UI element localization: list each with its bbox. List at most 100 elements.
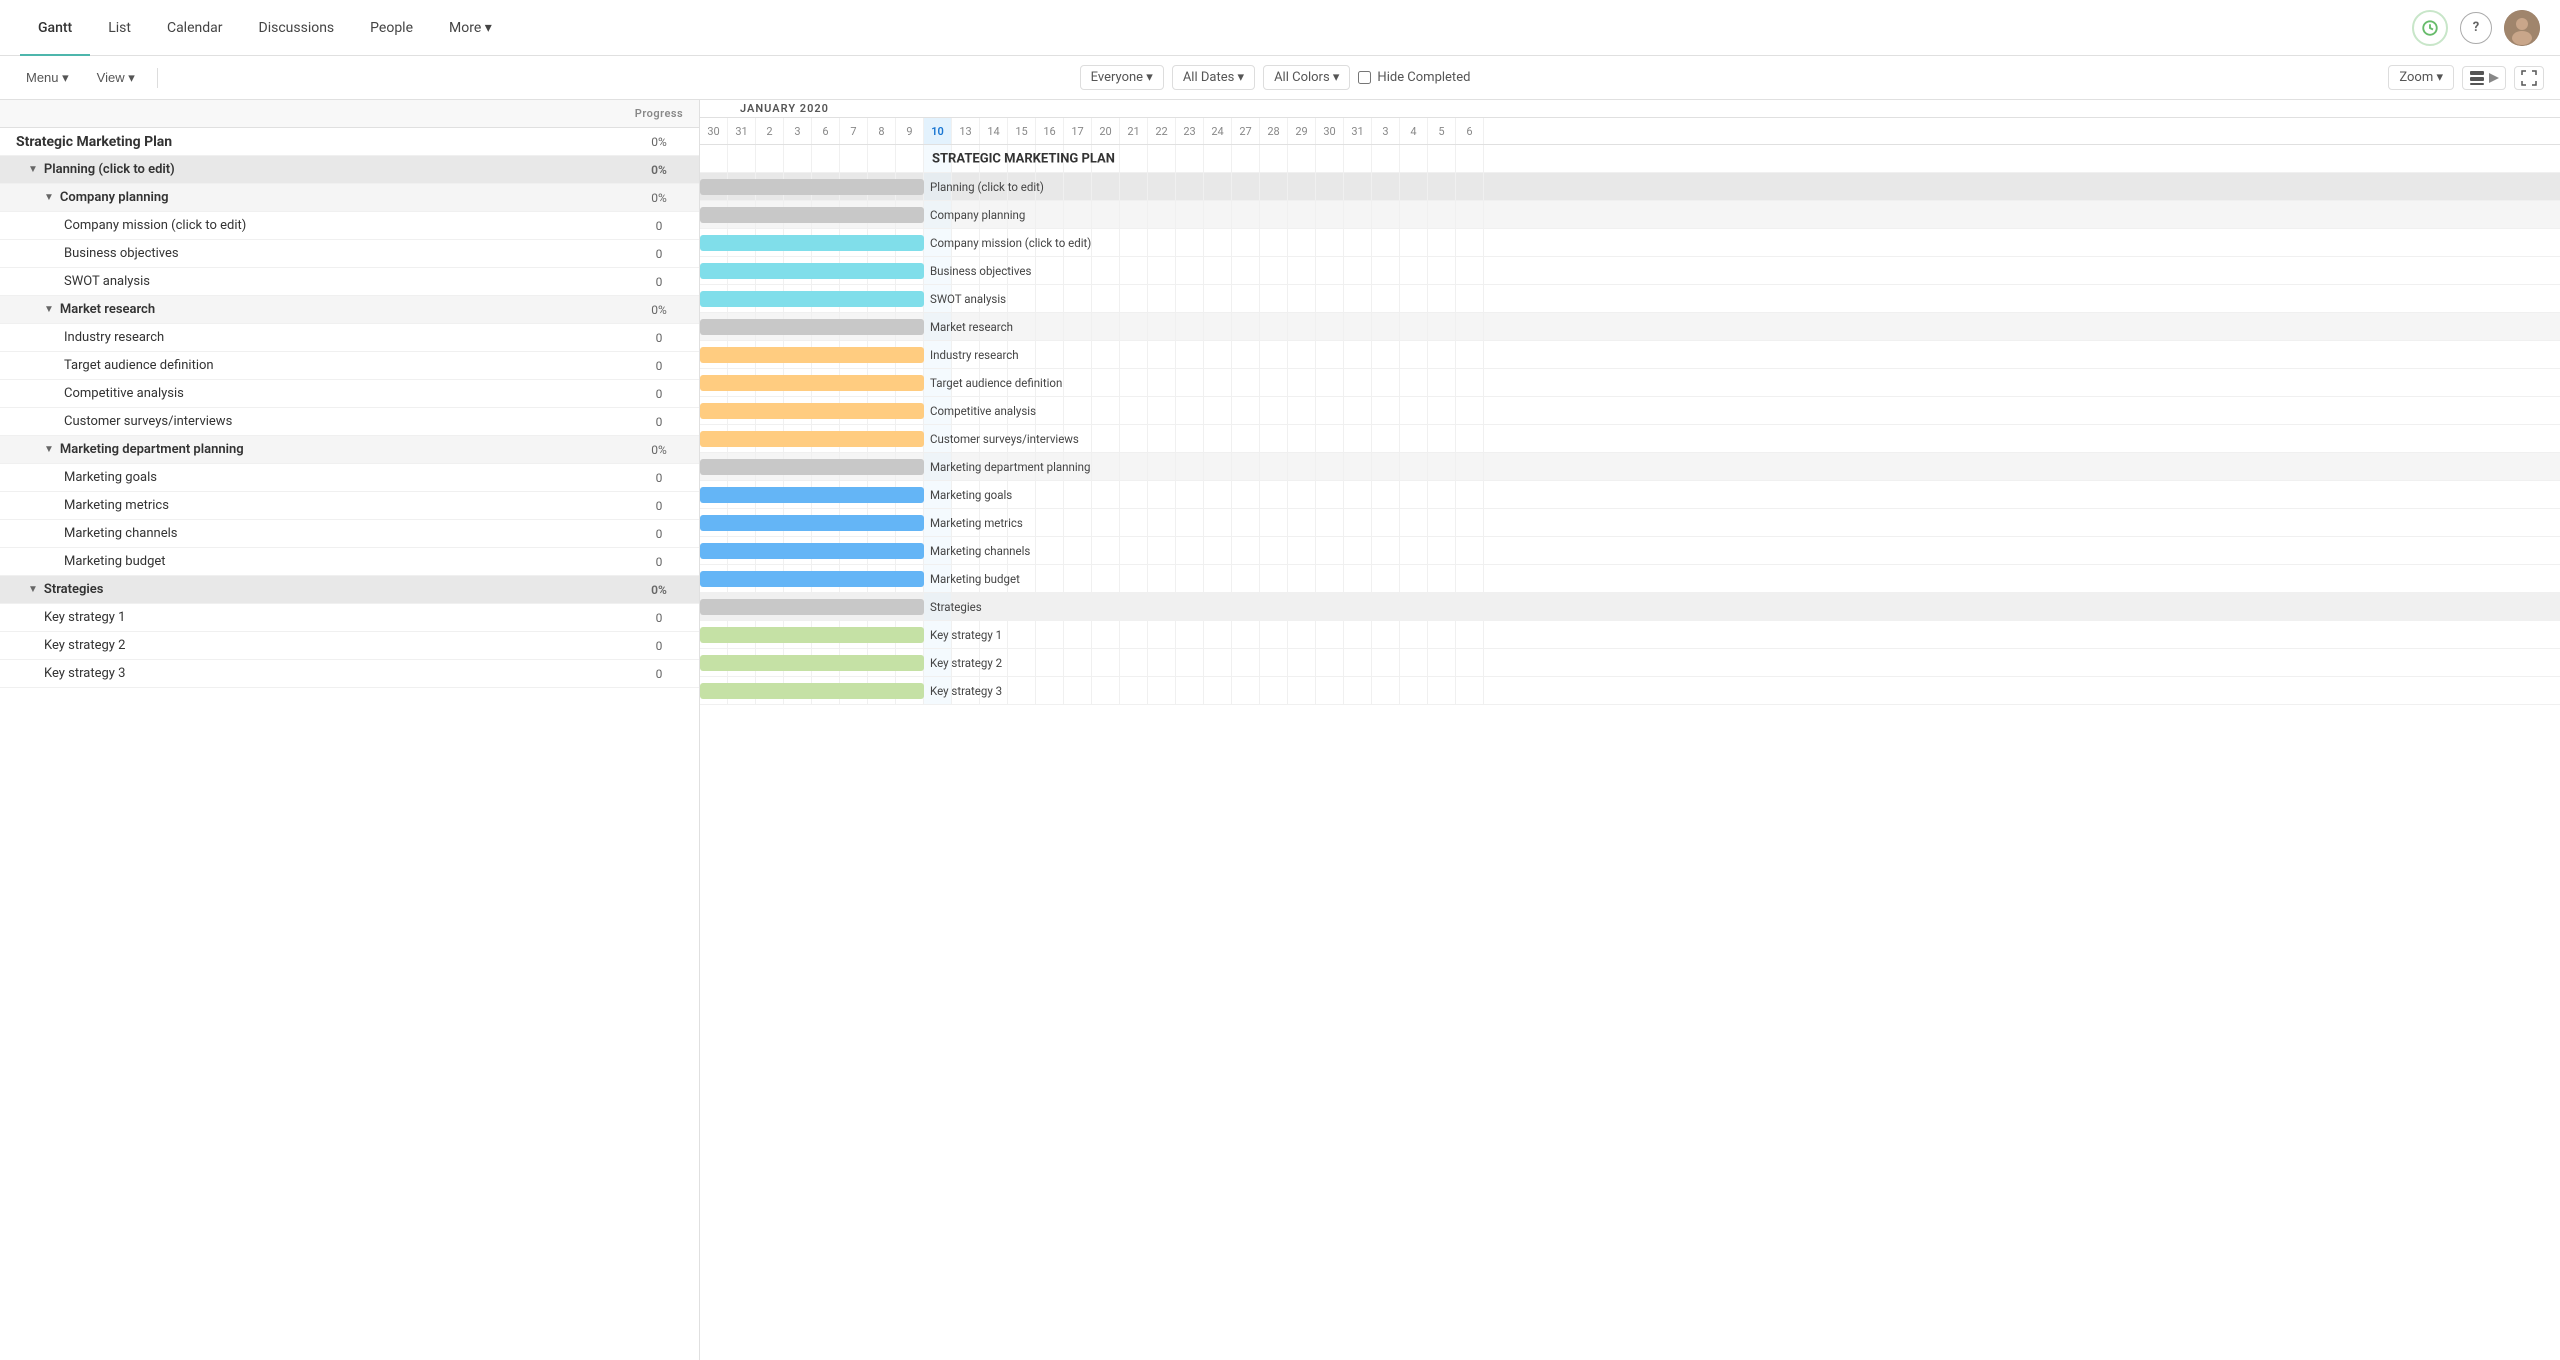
gantt-day: 28 bbox=[1260, 118, 1288, 144]
gantt-bar[interactable] bbox=[700, 515, 924, 531]
menu-button[interactable]: Menu ▾ bbox=[16, 66, 79, 90]
everyone-filter[interactable]: Everyone ▾ bbox=[1080, 65, 1164, 90]
gantt-bar[interactable] bbox=[700, 291, 924, 307]
task-label[interactable]: Target audience definition bbox=[64, 358, 214, 373]
task-label[interactable]: Customer surveys/interviews bbox=[64, 414, 232, 429]
gantt-cell bbox=[1400, 173, 1428, 200]
nav-more[interactable]: More ▾ bbox=[431, 0, 510, 56]
gantt-bar[interactable] bbox=[700, 627, 924, 643]
gantt-cell bbox=[1344, 201, 1372, 228]
gantt-cell bbox=[1344, 565, 1372, 592]
gantt-cell bbox=[1120, 509, 1148, 536]
hide-completed-toggle[interactable]: Hide Completed bbox=[1358, 70, 1470, 85]
gantt-cell bbox=[1344, 369, 1372, 396]
task-progress: 0% bbox=[619, 191, 699, 205]
collapse-arrow-icon[interactable]: ▼ bbox=[28, 164, 38, 175]
fullscreen-button[interactable] bbox=[2514, 66, 2544, 90]
view-button[interactable]: View ▾ bbox=[87, 66, 145, 90]
gantt-bar[interactable] bbox=[700, 375, 924, 391]
task-label[interactable]: Key strategy 3 bbox=[44, 666, 126, 681]
task-label[interactable]: Marketing budget bbox=[64, 554, 166, 569]
task-label[interactable]: SWOT analysis bbox=[64, 274, 150, 289]
task-label[interactable]: Company planning bbox=[60, 190, 169, 205]
gantt-day: 3 bbox=[1372, 118, 1400, 144]
task-label[interactable]: Marketing department planning bbox=[60, 442, 244, 457]
gantt-bar[interactable] bbox=[700, 655, 924, 671]
collapse-arrow-icon[interactable]: ▼ bbox=[44, 192, 54, 203]
nav-discussions[interactable]: Discussions bbox=[241, 0, 353, 56]
task-label[interactable]: Marketing channels bbox=[64, 526, 177, 541]
gantt-bar[interactable] bbox=[700, 487, 924, 503]
gantt-bar-label: Marketing metrics bbox=[930, 516, 1023, 530]
nav-calendar[interactable]: Calendar bbox=[149, 0, 241, 56]
gantt-cell bbox=[1372, 537, 1400, 564]
task-label[interactable]: Market research bbox=[60, 302, 155, 317]
task-label[interactable]: Industry research bbox=[64, 330, 164, 345]
gantt-bar[interactable] bbox=[700, 431, 924, 447]
gantt-bar[interactable] bbox=[700, 235, 924, 251]
gantt-cell bbox=[1176, 593, 1204, 620]
user-avatar[interactable] bbox=[2504, 10, 2540, 46]
gantt-bar[interactable] bbox=[700, 179, 924, 195]
gantt-grid-row: Customer surveys/interviews bbox=[700, 425, 2560, 453]
gantt-bar[interactable] bbox=[700, 319, 924, 335]
gantt-cell bbox=[1204, 201, 1232, 228]
help-icon[interactable]: ? bbox=[2460, 12, 2492, 44]
gantt-cell bbox=[1036, 565, 1064, 592]
gantt-cell bbox=[1372, 341, 1400, 368]
task-label[interactable]: Competitive analysis bbox=[64, 386, 184, 401]
separator-1 bbox=[157, 68, 158, 88]
gantt-bar[interactable] bbox=[700, 459, 924, 475]
clock-icon[interactable] bbox=[2412, 10, 2448, 46]
gantt-cell bbox=[1400, 369, 1428, 396]
gantt-bar[interactable] bbox=[700, 571, 924, 587]
task-label[interactable]: Key strategy 1 bbox=[44, 610, 126, 625]
gantt-cell bbox=[1036, 537, 1064, 564]
nav-gantt[interactable]: Gantt bbox=[20, 0, 90, 56]
gantt-bar[interactable] bbox=[700, 347, 924, 363]
gantt-cell bbox=[1288, 369, 1316, 396]
gantt-cell bbox=[1316, 425, 1344, 452]
gantt-cell bbox=[840, 145, 868, 172]
all-dates-filter[interactable]: All Dates ▾ bbox=[1172, 65, 1255, 90]
task-label[interactable]: Company mission (click to edit) bbox=[64, 218, 246, 233]
gantt-cell bbox=[1092, 173, 1120, 200]
gantt-cell bbox=[1148, 173, 1176, 200]
task-label[interactable]: Business objectives bbox=[64, 246, 179, 261]
task-label[interactable]: Marketing goals bbox=[64, 470, 157, 485]
gantt-cell bbox=[1064, 173, 1092, 200]
task-label[interactable]: Key strategy 2 bbox=[44, 638, 126, 653]
gantt-bar[interactable] bbox=[700, 263, 924, 279]
gantt-cell bbox=[1092, 649, 1120, 676]
gantt-bar[interactable] bbox=[700, 207, 924, 223]
zoom-button[interactable]: Zoom ▾ bbox=[2388, 65, 2454, 90]
nav-people[interactable]: People bbox=[352, 0, 431, 56]
gantt-cell bbox=[1260, 229, 1288, 256]
task-label[interactable]: Marketing metrics bbox=[64, 498, 169, 513]
collapse-arrow-icon[interactable]: ▼ bbox=[44, 444, 54, 455]
gantt-bar[interactable] bbox=[700, 599, 924, 615]
gantt-cell bbox=[1428, 621, 1456, 648]
gantt-cell bbox=[1036, 677, 1064, 704]
gantt-cell bbox=[1204, 453, 1232, 480]
task-row: Key strategy 3 0 bbox=[0, 660, 699, 688]
view-toggle-btn[interactable] bbox=[2462, 66, 2506, 90]
gantt-cell bbox=[1120, 145, 1148, 172]
nav-list[interactable]: List bbox=[90, 0, 149, 56]
gantt-bar[interactable] bbox=[700, 683, 924, 699]
task-label[interactable]: Planning (click to edit) bbox=[44, 162, 175, 177]
collapse-arrow-icon[interactable]: ▼ bbox=[44, 304, 54, 315]
gantt-cell bbox=[1092, 341, 1120, 368]
collapse-arrow-icon[interactable]: ▼ bbox=[28, 584, 38, 595]
task-label[interactable]: Strategies bbox=[44, 582, 104, 597]
gantt-bar[interactable] bbox=[700, 543, 924, 559]
all-colors-filter[interactable]: All Colors ▾ bbox=[1263, 65, 1350, 90]
hide-completed-checkbox[interactable] bbox=[1358, 71, 1371, 84]
gantt-cell bbox=[1148, 453, 1176, 480]
task-progress: 0 bbox=[619, 667, 699, 681]
gantt-bar[interactable] bbox=[700, 403, 924, 419]
gantt-cell bbox=[1400, 397, 1428, 424]
gantt-cell bbox=[1372, 173, 1400, 200]
gantt-cell bbox=[1456, 145, 1484, 172]
gantt-cell bbox=[1232, 649, 1260, 676]
